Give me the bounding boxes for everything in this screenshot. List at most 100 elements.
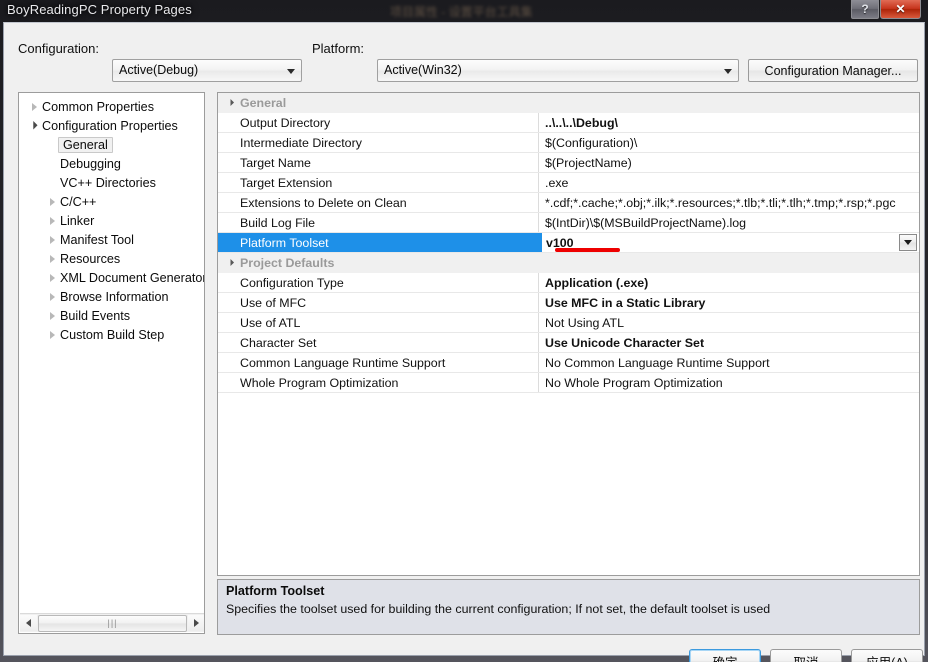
grid-row-intermediate-directory[interactable]: Intermediate Directory $(Configuration)\: [218, 133, 919, 153]
tree-item-manifest-tool[interactable]: Manifest Tool: [19, 230, 204, 249]
tree-item-build-events[interactable]: Build Events: [19, 306, 204, 325]
tree-collapser[interactable]: [27, 116, 41, 135]
tree-item-custom-build-step[interactable]: Custom Build Step: [19, 325, 204, 344]
property-pages-window: BoyReadingPC Property Pages 项目属性 - 设置平台工…: [0, 0, 928, 662]
tree-expander[interactable]: [45, 325, 59, 344]
property-value[interactable]: No Whole Program Optimization: [539, 373, 919, 392]
grid-section-general[interactable]: General: [218, 93, 919, 113]
property-value[interactable]: No Common Language Runtime Support: [539, 353, 919, 372]
tree-item-label: Resources: [60, 251, 121, 266]
grid-section-label: Project Defaults: [218, 253, 919, 272]
chevron-right-icon: [31, 102, 37, 111]
grid-section-text: Project Defaults: [240, 255, 335, 270]
tree-item-label: VC++ Directories: [60, 175, 156, 190]
tree-item-xml-document-generator[interactable]: XML Document Generator: [19, 268, 204, 287]
tree-item-configuration-properties[interactable]: Configuration Properties: [19, 116, 204, 135]
tree-expander[interactable]: [45, 211, 59, 230]
scroll-left-button[interactable]: [20, 615, 37, 631]
grid-row-output-directory[interactable]: Output Directory ..\..\..\Debug\: [218, 113, 919, 133]
tree-item-vc-directories[interactable]: VC++ Directories: [19, 173, 204, 192]
tree-expander[interactable]: [27, 97, 41, 116]
property-value-text: No Common Language Runtime Support: [545, 355, 770, 370]
scrollbar-grip: |||: [107, 617, 118, 628]
grid-row-use-of-mfc[interactable]: Use of MFC Use MFC in a Static Library: [218, 293, 919, 313]
property-value[interactable]: Use MFC in a Static Library: [539, 293, 919, 312]
grid-row-common-language-runtime-support[interactable]: Common Language Runtime Support No Common…: [218, 353, 919, 373]
chevron-down-icon: [724, 69, 732, 74]
configuration-value: Active(Debug): [119, 63, 199, 77]
grid-row-extensions-to-delete-on-clean[interactable]: Extensions to Delete on Clean *.cdf;*.cac…: [218, 193, 919, 213]
tree-item-browse-information[interactable]: Browse Information: [19, 287, 204, 306]
property-value[interactable]: $(ProjectName): [539, 153, 919, 172]
grid-section-text: General: [240, 95, 287, 110]
window-title: BoyReadingPC Property Pages: [7, 2, 192, 17]
tree-item-general[interactable]: General: [19, 135, 204, 154]
property-name: Common Language Runtime Support: [218, 353, 539, 372]
tree-expander[interactable]: [45, 287, 59, 306]
grid-row-target-name[interactable]: Target Name $(ProjectName): [218, 153, 919, 173]
platform-toolset-dropdown-button[interactable]: [899, 234, 917, 251]
property-value[interactable]: $(Configuration)\: [539, 133, 919, 152]
property-name: Intermediate Directory: [218, 133, 539, 152]
property-value-text: Application (.exe): [545, 275, 649, 290]
grid-row-target-extension[interactable]: Target Extension .exe: [218, 173, 919, 193]
grid-row-configuration-type[interactable]: Configuration Type Application (.exe): [218, 273, 919, 293]
configuration-label: Configuration:: [18, 41, 99, 56]
property-name: Target Name: [218, 153, 539, 172]
close-button[interactable]: ✕: [880, 0, 921, 19]
tree-item-resources[interactable]: Resources: [19, 249, 204, 268]
tree-item-label: Linker: [60, 213, 95, 228]
tree-expander[interactable]: [45, 192, 59, 211]
tree-item-debugging[interactable]: Debugging: [19, 154, 204, 173]
description-panel: Platform Toolset Specifies the toolset u…: [217, 579, 920, 635]
description-text: Specifies the toolset used for building …: [226, 602, 771, 616]
tree-item-c-c[interactable]: C/C++: [19, 192, 204, 211]
property-value[interactable]: ..\..\..\Debug\: [539, 113, 919, 132]
properties-tree-panel: Common Properties Configuration Propertie…: [18, 92, 205, 634]
grid-row-whole-program-optimization[interactable]: Whole Program Optimization No Whole Progr…: [218, 373, 919, 393]
property-value[interactable]: .exe: [539, 173, 919, 192]
tree-horizontal-scrollbar[interactable]: |||: [20, 613, 204, 632]
property-value[interactable]: Application (.exe): [539, 273, 919, 292]
scroll-right-button[interactable]: [188, 615, 204, 631]
tree-item-label: General: [58, 136, 113, 153]
platform-select[interactable]: Active(Win32): [377, 59, 739, 82]
help-button[interactable]: ?: [851, 0, 879, 19]
property-value-text: Use MFC in a Static Library: [545, 295, 706, 310]
ok-button[interactable]: 确定: [689, 649, 761, 662]
tree-expander[interactable]: [45, 249, 59, 268]
grid-section-label: General: [218, 93, 919, 112]
property-value[interactable]: Not Using ATL: [539, 313, 919, 332]
apply-button[interactable]: 应用(A): [851, 649, 923, 662]
tree-item-linker[interactable]: Linker: [19, 211, 204, 230]
property-name: Whole Program Optimization: [218, 373, 539, 392]
property-value[interactable]: *.cdf;*.cache;*.obj;*.ilk;*.resources;*.…: [539, 193, 919, 212]
tree-expander[interactable]: [45, 268, 59, 287]
property-value-text: ..\..\..\Debug\: [545, 115, 618, 130]
configuration-select[interactable]: Active(Debug): [112, 59, 302, 82]
scrollbar-thumb[interactable]: |||: [38, 614, 187, 632]
tree-item-common-properties[interactable]: Common Properties: [19, 97, 204, 116]
tree-expander[interactable]: [45, 230, 59, 249]
property-value[interactable]: $(IntDir)\$(MSBuildProjectName).log: [539, 213, 919, 232]
description-title: Platform Toolset: [226, 584, 325, 598]
cancel-button[interactable]: 取消: [770, 649, 842, 662]
tree-item-label: Build Events: [60, 308, 131, 323]
chevron-right-icon: [49, 311, 55, 320]
property-name: Output Directory: [218, 113, 539, 132]
tree-item-label: Configuration Properties: [42, 118, 178, 133]
grid-row-character-set[interactable]: Character Set Use Unicode Character Set: [218, 333, 919, 353]
grid-section-project-defaults[interactable]: Project Defaults: [218, 253, 919, 273]
chevron-down-icon: [226, 98, 235, 107]
configuration-manager-button[interactable]: Configuration Manager...: [748, 59, 918, 82]
chevron-down-icon: [904, 240, 912, 245]
property-value[interactable]: Use Unicode Character Set: [539, 333, 919, 352]
chevron-down-icon: [226, 258, 235, 267]
chevron-down-icon: [287, 69, 295, 74]
tree-expander[interactable]: [45, 306, 59, 325]
grid-row-use-of-atl[interactable]: Use of ATL Not Using ATL: [218, 313, 919, 333]
chevron-right-icon: [49, 330, 55, 339]
properties-tree[interactable]: Common Properties Configuration Propertie…: [19, 97, 204, 611]
property-grid[interactable]: General Output Directory ..\..\..\Debug\ In…: [217, 92, 920, 576]
grid-row-build-log-file[interactable]: Build Log File $(IntDir)\$(MSBuildProject…: [218, 213, 919, 233]
